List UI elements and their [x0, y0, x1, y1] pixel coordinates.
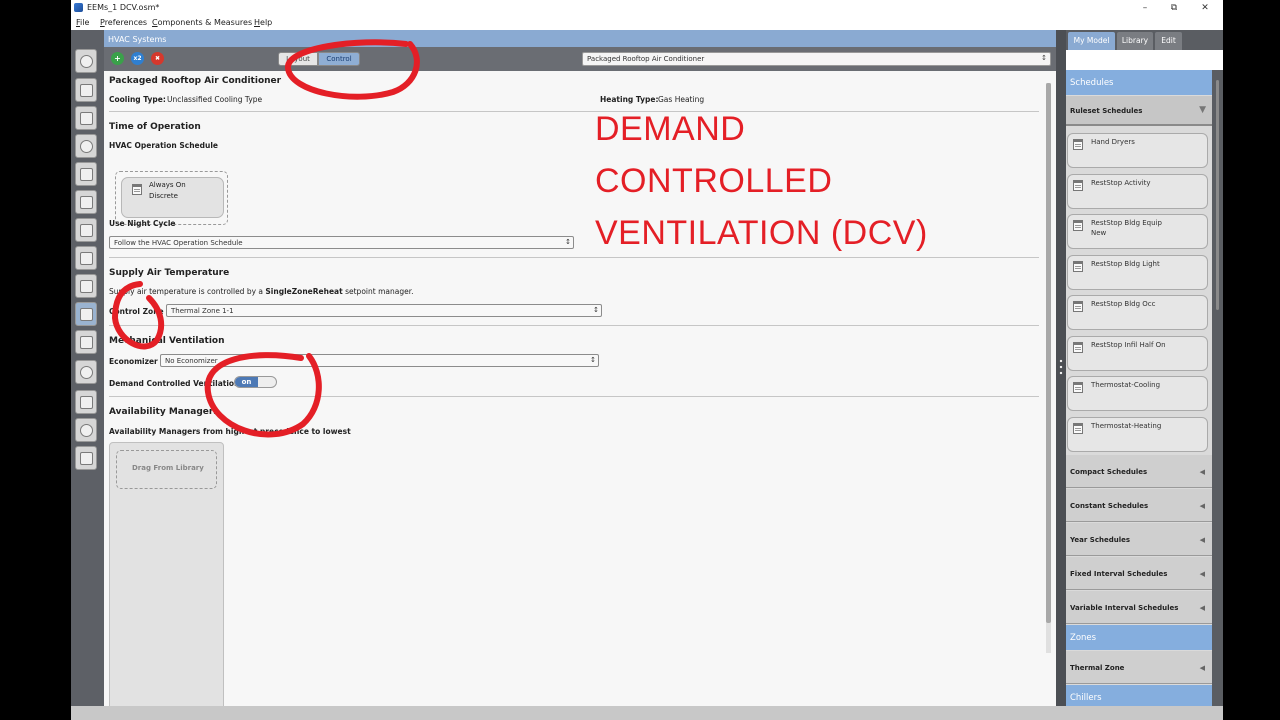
splitter-handle-icon: [1059, 358, 1063, 376]
schedule-item[interactable]: Thermostat-Cooling: [1067, 376, 1208, 411]
collapse-arrow-icon: ▼: [1199, 105, 1206, 115]
constant-schedules-header[interactable]: Constant Schedules ◀: [1066, 489, 1212, 522]
schedule-item-label: Thermostat-Heating: [1091, 422, 1162, 430]
category-label: Constant Schedules: [1070, 502, 1149, 510]
schedule-item-label: Thermostat-Cooling: [1091, 381, 1161, 389]
expand-arrow-icon: ◀: [1199, 536, 1205, 544]
tab-library[interactable]: Library: [1117, 32, 1153, 50]
library-scrollbar[interactable]: [1212, 70, 1223, 720]
category-label: Compact Schedules: [1070, 468, 1148, 476]
schedule-item-label-cont: New: [1091, 229, 1107, 237]
expand-arrow-icon: ◀: [1199, 468, 1205, 476]
ruleset-schedules-label: Ruleset Schedules: [1070, 107, 1143, 115]
schedules-header[interactable]: Schedules: [1066, 70, 1212, 95]
annotation-circle-dcv-toggle: [204, 352, 322, 438]
schedule-item-label: RestStop Bldg Occ: [1091, 300, 1156, 308]
ruleset-schedules-header[interactable]: Ruleset Schedules ▼: [1066, 96, 1212, 126]
schedule-calendar-icon: [1073, 382, 1083, 393]
panel-splitter[interactable]: [1056, 30, 1066, 720]
schedule-item-label: Hand Dryers: [1091, 138, 1135, 146]
schedule-item[interactable]: Hand Dryers: [1067, 133, 1208, 168]
schedule-calendar-icon: [1073, 139, 1083, 150]
expand-arrow-icon: ◀: [1199, 664, 1205, 672]
category-label: Variable Interval Schedules: [1070, 604, 1179, 612]
right-tabs: My Model Library Edit: [1066, 30, 1223, 50]
schedule-item-label: RestStop Bldg Equip: [1091, 219, 1162, 227]
library-filter-area: [1066, 50, 1223, 70]
category-label: Fixed Interval Schedules: [1070, 570, 1168, 578]
schedule-item-label: RestStop Activity: [1091, 179, 1151, 187]
year-schedules-header[interactable]: Year Schedules ◀: [1066, 523, 1212, 556]
tab-edit[interactable]: Edit: [1155, 32, 1182, 50]
expand-arrow-icon: ◀: [1199, 570, 1205, 578]
application-window: EEMs_1 DCV.osm* – ⧉ ✕ File Preferences C…: [71, 0, 1223, 720]
schedule-item[interactable]: RestStop Bldg Light: [1067, 255, 1208, 290]
schedule-calendar-icon: [1073, 342, 1083, 353]
schedule-calendar-icon: [1073, 301, 1083, 312]
schedule-item[interactable]: RestStop Activity: [1067, 174, 1208, 209]
category-label: Year Schedules: [1070, 536, 1131, 544]
expand-arrow-icon: ◀: [1199, 604, 1205, 612]
schedule-item[interactable]: RestStop Infil Half On: [1067, 336, 1208, 371]
annotation-circle-hvac-tab: [111, 281, 165, 350]
category-label: Thermal Zone: [1070, 664, 1125, 672]
library-scrollbar-thumb[interactable]: [1216, 80, 1219, 310]
schedule-calendar-icon: [1073, 220, 1083, 231]
schedule-item[interactable]: RestStop Bldg Occ: [1067, 295, 1208, 330]
annotation-circle-control: [285, 39, 420, 100]
compact-schedules-header[interactable]: Compact Schedules ◀: [1066, 455, 1212, 488]
status-bar: [71, 706, 1223, 720]
variable-interval-schedules-header[interactable]: Variable Interval Schedules ◀: [1066, 591, 1212, 624]
schedule-item[interactable]: RestStop Bldg Equip New: [1067, 214, 1208, 249]
library-panel: My Model Library Edit Schedules Ruleset …: [1066, 30, 1223, 720]
tab-my-model[interactable]: My Model: [1068, 32, 1115, 50]
schedule-item-label: RestStop Infil Half On: [1091, 341, 1166, 349]
annotation-circles: [111, 39, 420, 438]
schedule-item-label: RestStop Bldg Light: [1091, 260, 1160, 268]
expand-arrow-icon: ◀: [1199, 502, 1205, 510]
schedule-item[interactable]: Thermostat-Heating: [1067, 417, 1208, 452]
schedule-calendar-icon: [1073, 261, 1083, 272]
model-object-list: Schedules Ruleset Schedules ▼ Hand Dryer…: [1066, 70, 1212, 720]
zones-header[interactable]: Zones: [1066, 625, 1212, 650]
thermal-zone-header[interactable]: Thermal Zone ◀: [1066, 651, 1212, 684]
schedule-calendar-icon: [1073, 180, 1083, 191]
schedule-calendar-icon: [1073, 423, 1083, 434]
fixed-interval-schedules-header[interactable]: Fixed Interval Schedules ◀: [1066, 557, 1212, 590]
